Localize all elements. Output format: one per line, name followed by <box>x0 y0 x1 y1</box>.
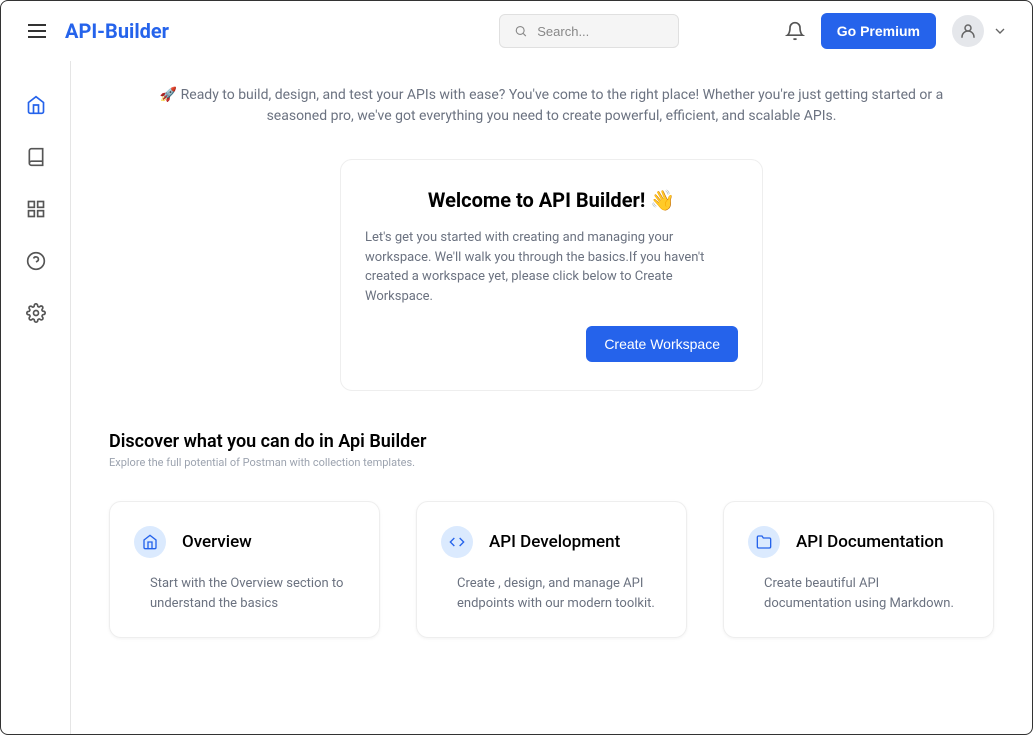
menu-icon[interactable] <box>25 19 49 43</box>
welcome-body: Let's get you started with creating and … <box>365 228 738 306</box>
feature-card-api-docs[interactable]: API Documentation Create beautiful API d… <box>723 501 994 638</box>
home-icon <box>134 526 166 558</box>
discover-heading: Discover what you can do in Api Builder <box>109 431 994 452</box>
notifications-icon[interactable] <box>785 21 805 41</box>
folder-icon <box>748 526 780 558</box>
create-workspace-button[interactable]: Create Workspace <box>586 326 738 362</box>
feature-card-api-dev[interactable]: API Development Create , design, and man… <box>416 501 687 638</box>
search-input[interactable] <box>537 24 664 39</box>
feature-title: Overview <box>182 532 252 552</box>
home-icon <box>26 95 46 115</box>
user-menu[interactable] <box>952 15 1008 47</box>
sidebar-item-home[interactable] <box>20 89 52 121</box>
go-premium-button[interactable]: Go Premium <box>821 13 936 49</box>
app-logo[interactable]: API-Builder <box>65 19 169 43</box>
grid-icon <box>26 199 46 219</box>
feature-title: API Documentation <box>796 532 944 552</box>
sidebar-item-settings[interactable] <box>20 297 52 329</box>
user-icon <box>959 22 977 40</box>
feature-desc: Create , design, and manage API endpoint… <box>441 574 662 613</box>
feature-desc: Start with the Overview section to under… <box>134 574 355 613</box>
main-content: 🚀 Ready to build, design, and test your … <box>71 61 1032 734</box>
feature-desc: Create beautiful API documentation using… <box>748 574 969 613</box>
feature-cards: Overview Start with the Overview section… <box>109 501 994 638</box>
search-icon <box>514 23 528 39</box>
feature-card-overview[interactable]: Overview Start with the Overview section… <box>109 501 380 638</box>
welcome-title: Welcome to API Builder! 👋 <box>365 188 738 212</box>
header: API-Builder Go Premium <box>1 1 1032 61</box>
sidebar-item-grid[interactable] <box>20 193 52 225</box>
sidebar-item-book[interactable] <box>20 141 52 173</box>
search-box[interactable] <box>499 14 679 48</box>
code-icon <box>441 526 473 558</box>
book-icon <box>26 147 46 167</box>
avatar <box>952 15 984 47</box>
discover-sub: Explore the full potential of Postman wi… <box>109 456 994 469</box>
gear-icon <box>26 303 46 323</box>
help-icon <box>26 251 46 271</box>
chevron-down-icon <box>992 23 1008 39</box>
feature-title: API Development <box>489 532 620 552</box>
welcome-card: Welcome to API Builder! 👋 Let's get you … <box>340 159 763 391</box>
sidebar-item-help[interactable] <box>20 245 52 277</box>
sidebar <box>1 61 71 734</box>
intro-text: 🚀 Ready to build, design, and test your … <box>142 85 962 127</box>
